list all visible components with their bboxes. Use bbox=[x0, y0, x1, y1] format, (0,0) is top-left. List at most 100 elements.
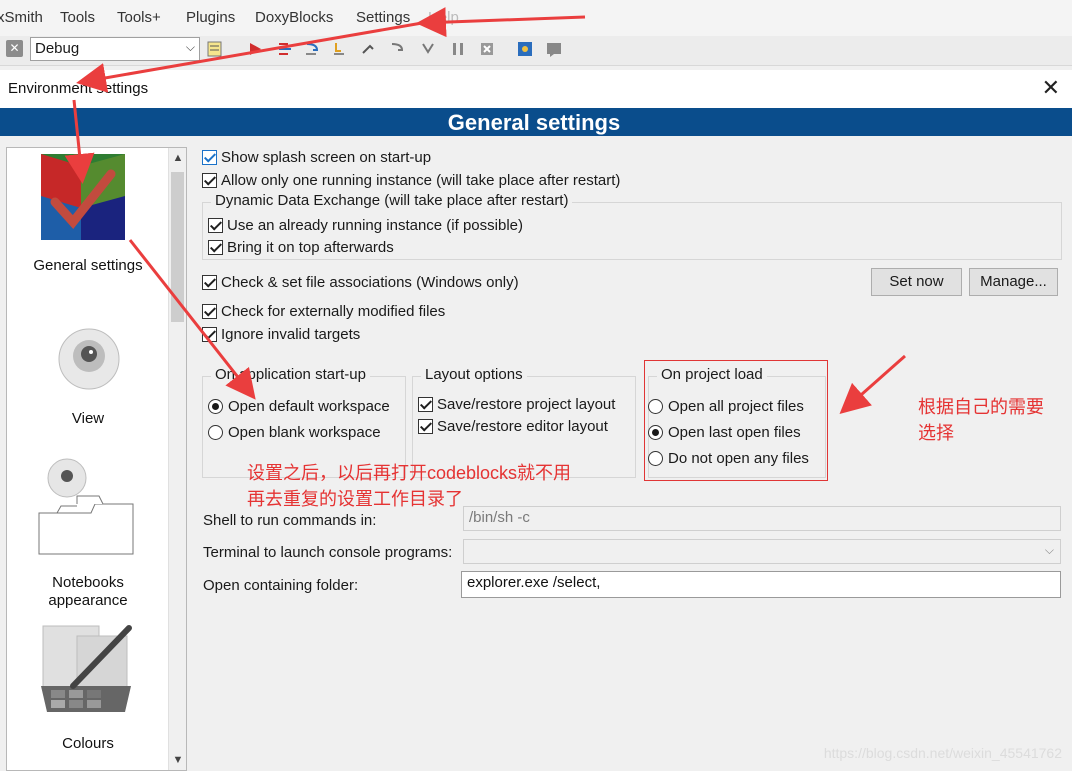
scroll-down-icon[interactable]: ▼ bbox=[169, 754, 187, 766]
scrollbar-thumb[interactable] bbox=[171, 172, 184, 322]
checkbox-label: Allow only one running instance (will ta… bbox=[221, 172, 621, 189]
set-now-button[interactable]: Set now bbox=[871, 268, 962, 296]
use-running-instance-checkbox[interactable]: Use an already running instance (if poss… bbox=[208, 217, 523, 234]
sidebar-item-view[interactable]: View bbox=[7, 318, 169, 438]
checkbox-label: Check & set file associations (Windows o… bbox=[221, 274, 519, 291]
scroll-up-icon[interactable]: ▲ bbox=[169, 152, 187, 164]
dialog-title: Environment settings bbox=[8, 80, 149, 97]
next-instruction-icon[interactable] bbox=[388, 40, 406, 58]
run-to-cursor-icon[interactable] bbox=[276, 40, 294, 58]
settings-category-list: General settings View Notebooks appearan bbox=[6, 147, 187, 771]
annotation-line: 再去重复的设置工作目录了 bbox=[247, 489, 463, 509]
stop-icon[interactable] bbox=[478, 40, 496, 58]
annotation-note-left: 设置之后，以后再打开codeblocks就不用 再去重复的设置工作目录了 bbox=[247, 460, 571, 512]
open-folder-label: Open containing folder: bbox=[203, 577, 359, 594]
show-splash-checkbox[interactable]: Show splash screen on start-up bbox=[202, 149, 431, 166]
debug-windows-icon[interactable] bbox=[516, 40, 534, 58]
eye-icon bbox=[58, 328, 120, 390]
checkbox-label: Ignore invalid targets bbox=[221, 326, 361, 343]
checkbox-label: Save/restore editor layout bbox=[437, 418, 608, 435]
group-label: On application start-up bbox=[211, 366, 370, 383]
checkbox-box[interactable] bbox=[418, 397, 433, 412]
sidebar-item-notebooks-appearance[interactable]: Notebooks appearance bbox=[7, 458, 169, 610]
notebook-tabs-icon bbox=[38, 458, 134, 555]
checkbox-label: Use an already running instance (if poss… bbox=[227, 217, 523, 234]
menu-doxyblocks[interactable]: DoxyBlocks bbox=[255, 9, 333, 26]
radio-dot[interactable] bbox=[208, 425, 223, 440]
checkbox-box[interactable] bbox=[202, 275, 217, 290]
watermark: https://blog.csdn.net/weixin_45541762 bbox=[823, 745, 1062, 761]
palette-brush-icon bbox=[41, 625, 132, 712]
manage-button[interactable]: Manage... bbox=[969, 268, 1058, 296]
close-icon[interactable]: ✕ bbox=[1042, 76, 1060, 100]
menu-settings[interactable]: Settings bbox=[356, 9, 410, 26]
chevron-down-icon: ⌵ bbox=[185, 40, 195, 54]
step-out-icon[interactable] bbox=[359, 40, 377, 58]
general-settings-icon bbox=[41, 154, 125, 240]
shell-label: Shell to run commands in: bbox=[203, 512, 377, 529]
step-into-instruction-icon[interactable] bbox=[419, 40, 437, 58]
menu-xsmith[interactable]: xSmith bbox=[0, 9, 43, 26]
save-editor-layout-checkbox[interactable]: Save/restore editor layout bbox=[418, 418, 608, 435]
build-target-select[interactable]: Debug ⌵ bbox=[30, 37, 200, 61]
sidebar-item-label: General settings bbox=[33, 257, 143, 274]
section-title: General settings bbox=[447, 110, 621, 135]
menu-plugins[interactable]: Plugins bbox=[186, 9, 235, 26]
file-associations-checkbox[interactable]: Check & set file associations (Windows o… bbox=[202, 274, 519, 291]
menu-tools-plus[interactable]: Tools+ bbox=[117, 9, 161, 26]
open-folder-input-value: explorer.exe /select, bbox=[467, 574, 601, 591]
sidebar-item-label-text: Notebooks appearance bbox=[48, 574, 128, 609]
target-settings-icon[interactable] bbox=[206, 40, 224, 58]
menu-tools[interactable]: Tools bbox=[60, 9, 95, 26]
checkbox-box[interactable] bbox=[208, 240, 223, 255]
one-instance-checkbox[interactable]: Allow only one running instance (will ta… bbox=[202, 172, 620, 189]
radio-label: Open default workspace bbox=[228, 398, 390, 415]
open-default-workspace-radio[interactable]: Open default workspace bbox=[208, 398, 390, 415]
terminal-select[interactable]: ⌵ bbox=[463, 539, 1061, 564]
open-blank-workspace-radio[interactable]: Open blank workspace bbox=[208, 424, 381, 441]
terminal-label: Terminal to launch console programs: bbox=[203, 544, 453, 561]
checkbox-label: Bring it on top afterwards bbox=[227, 239, 394, 256]
sidebar-item-label: View bbox=[71, 410, 105, 427]
menu-bar: xSmith Tools Tools+ Plugins DoxyBlocks S… bbox=[0, 0, 1072, 36]
sidebar-item-label: Colours bbox=[62, 735, 114, 752]
save-project-layout-checkbox[interactable]: Save/restore project layout bbox=[418, 396, 615, 413]
radio-dot[interactable] bbox=[208, 399, 223, 414]
step-into-icon[interactable] bbox=[331, 40, 349, 58]
build-target-value: Debug bbox=[35, 40, 80, 57]
pause-icon[interactable] bbox=[449, 40, 467, 58]
checkbox-box[interactable] bbox=[202, 327, 217, 342]
annotation-line: 根据自己的需要 bbox=[918, 397, 1044, 417]
checkbox-box[interactable] bbox=[202, 173, 217, 188]
checkbox-label: Check for externally modified files bbox=[221, 303, 446, 320]
close-icon[interactable]: ✕ bbox=[6, 40, 23, 57]
annotation-note-right: 根据自己的需要 选择 bbox=[918, 394, 1044, 446]
chevron-down-icon: ⌵ bbox=[1044, 543, 1054, 557]
external-modified-checkbox[interactable]: Check for externally modified files bbox=[202, 303, 445, 320]
sidebar-item-general-settings[interactable]: General settings bbox=[7, 148, 169, 283]
bring-on-top-checkbox[interactable]: Bring it on top afterwards bbox=[208, 239, 394, 256]
group-label: Layout options bbox=[421, 366, 527, 383]
ignore-invalid-checkbox[interactable]: Ignore invalid targets bbox=[202, 326, 360, 343]
annotation-line: 选择 bbox=[918, 423, 954, 443]
debug-run-icon[interactable] bbox=[246, 40, 264, 58]
info-icon[interactable] bbox=[545, 40, 563, 58]
checkbox-box[interactable] bbox=[202, 304, 217, 319]
sidebar-scrollbar[interactable]: ▲ ▼ bbox=[168, 148, 186, 770]
group-label: Dynamic Data Exchange (will take place a… bbox=[211, 192, 573, 209]
menu-help[interactable]: Help bbox=[428, 9, 459, 26]
sidebar-item-colours[interactable]: Colours bbox=[7, 618, 169, 768]
annotation-line: 设置之后，以后再打开codeblocks就不用 bbox=[247, 463, 572, 483]
checkbox-box[interactable] bbox=[202, 150, 217, 165]
toolbar: ✕ Debug ⌵ bbox=[0, 36, 1072, 66]
radio-label: Open blank workspace bbox=[228, 424, 381, 441]
next-line-icon[interactable] bbox=[303, 40, 321, 58]
annotation-highlight-box bbox=[644, 360, 828, 481]
section-header: General settings bbox=[0, 108, 1072, 136]
checkbox-label: Show splash screen on start-up bbox=[221, 149, 432, 166]
open-folder-input[interactable]: explorer.exe /select, bbox=[461, 571, 1061, 598]
environment-settings-dialog: Environment settings ✕ General settings … bbox=[0, 70, 1072, 771]
checkbox-box[interactable] bbox=[208, 218, 223, 233]
sidebar-item-label: Notebooks appearance bbox=[7, 574, 169, 610]
checkbox-box[interactable] bbox=[418, 419, 433, 434]
